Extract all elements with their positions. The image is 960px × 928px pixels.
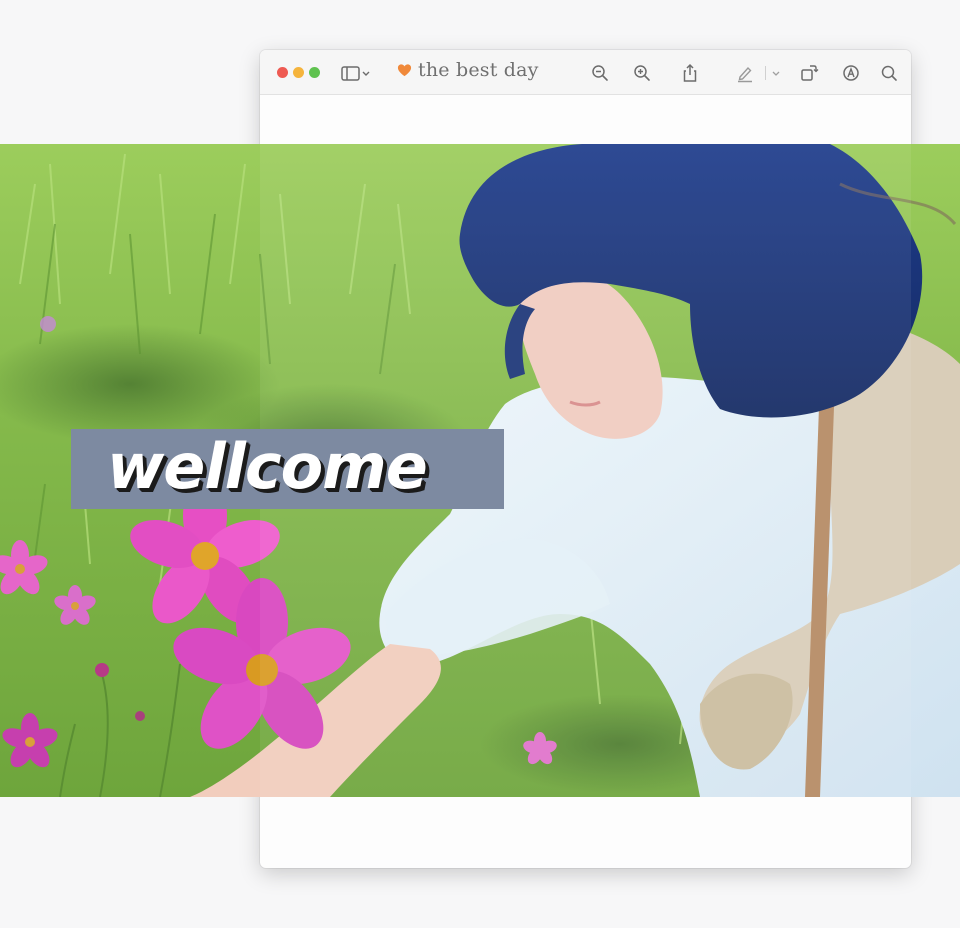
welcome-text: wellcome [107, 430, 428, 503]
minimize-button[interactable] [293, 67, 304, 78]
chevron-down-icon[interactable] [768, 62, 784, 84]
zoom-button[interactable] [309, 67, 320, 78]
rotate-icon[interactable] [798, 62, 820, 84]
close-button[interactable] [277, 67, 288, 78]
stage: the best day wellcome [0, 0, 960, 928]
share-icon[interactable] [679, 62, 701, 84]
zoom-in-icon[interactable] [631, 62, 653, 84]
toolbar-separator [765, 66, 766, 80]
highlight-icon[interactable] [734, 62, 756, 84]
search-icon[interactable] [878, 62, 900, 84]
welcome-banner: wellcome [71, 429, 504, 509]
zoom-out-icon[interactable] [589, 62, 611, 84]
sidebar-toggle-icon[interactable] [340, 62, 374, 84]
document-title: the best day [397, 59, 539, 81]
markup-icon[interactable] [840, 62, 862, 84]
window-toolbar: the best day [260, 50, 911, 95]
document-title-text: the best day [418, 59, 539, 81]
heart-icon [397, 63, 412, 78]
